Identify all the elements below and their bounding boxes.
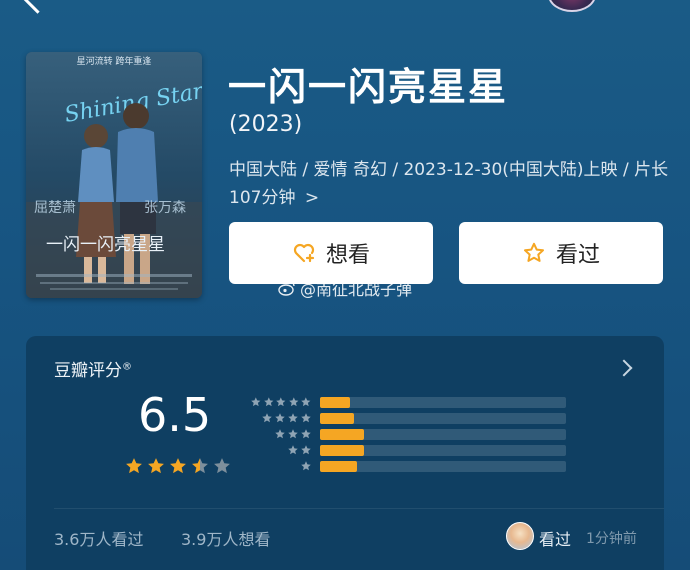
poster-actor-left: 屈楚萧 bbox=[34, 200, 76, 216]
poster-art: 星河流转 跨年重逢 Shining Star 屈楚萧 张万森 一闪一闪亮星星 bbox=[26, 52, 202, 298]
distribution-bar-fill bbox=[320, 396, 350, 408]
want-button-label: 想看 bbox=[325, 243, 370, 268]
score-star-icon bbox=[214, 458, 230, 474]
small-star-icon bbox=[262, 413, 272, 423]
distribution-row bbox=[250, 442, 566, 458]
friend-avatar[interactable] bbox=[506, 522, 534, 550]
small-star-icon bbox=[288, 413, 298, 423]
small-star-icon bbox=[251, 397, 261, 407]
small-star-icon bbox=[301, 461, 311, 471]
poster-title-text: 一闪一闪亮星星 bbox=[46, 235, 165, 255]
chevron-right-icon[interactable] bbox=[615, 359, 633, 377]
distribution-row bbox=[250, 458, 566, 474]
distribution-bar-fill bbox=[320, 460, 357, 472]
heart-plus-icon bbox=[293, 243, 315, 263]
poster-tagline: 星河流转 跨年重逢 bbox=[77, 55, 152, 67]
distribution-row bbox=[250, 426, 566, 442]
movie-title: 一闪一闪亮星星 bbox=[228, 65, 509, 109]
distribution-bar-track bbox=[320, 460, 566, 472]
small-star-icon bbox=[275, 429, 285, 439]
want-to-watch-button[interactable]: 想看 bbox=[229, 222, 433, 284]
seen-button-label: 看过 bbox=[555, 243, 600, 268]
small-star-icon bbox=[276, 397, 286, 407]
poster-actor-right: 张万森 bbox=[144, 200, 186, 216]
rating-title[interactable]: 豆瓣评分® bbox=[54, 356, 132, 381]
small-star-icon bbox=[301, 397, 311, 407]
small-star-icon bbox=[301, 429, 311, 439]
watermark-text: @南征北战子弹 bbox=[300, 280, 413, 299]
distribution-bar-fill bbox=[320, 412, 355, 424]
score-star-icon bbox=[126, 458, 142, 474]
score-stars bbox=[124, 456, 232, 476]
rating-score: 6.5 bbox=[138, 388, 212, 442]
movie-poster[interactable]: 星河流转 跨年重逢 Shining Star 屈楚萧 张万森 一闪一闪亮星星 bbox=[26, 52, 202, 298]
friend-action: 看过 bbox=[539, 530, 572, 549]
small-star-icon bbox=[288, 429, 298, 439]
movie-year: (2023) bbox=[229, 112, 303, 137]
distribution-stars bbox=[250, 412, 312, 424]
distribution-bar-track bbox=[320, 412, 566, 424]
card-divider bbox=[54, 508, 664, 509]
small-star-icon bbox=[301, 445, 311, 455]
rating-distribution bbox=[250, 394, 566, 474]
distribution-bar-fill bbox=[320, 444, 365, 456]
star-outline-icon bbox=[523, 242, 544, 262]
score-star-icon bbox=[148, 458, 164, 474]
score-star-icon bbox=[192, 458, 208, 474]
distribution-bar-track bbox=[320, 428, 566, 440]
distribution-row bbox=[250, 410, 566, 426]
meta-chevron-right-icon: > bbox=[304, 188, 320, 208]
distribution-bar-track bbox=[320, 444, 566, 456]
friend-time: 1分钟前 bbox=[586, 531, 637, 547]
small-star-icon bbox=[263, 397, 274, 407]
small-star-icon bbox=[301, 413, 311, 423]
distribution-stars bbox=[250, 396, 312, 408]
distribution-stars bbox=[250, 444, 312, 456]
distribution-bar-track bbox=[320, 396, 566, 408]
distribution-stars bbox=[250, 428, 312, 440]
rating-title-text: 豆瓣评分 bbox=[54, 361, 122, 381]
rating-card: 豆瓣评分® 6.5 3.6万人看过 3.9万人想看 看过 1分钟前 bbox=[26, 336, 664, 570]
movie-meta[interactable]: 中国大陆 / 爱情 奇幻 / 2023-12-30(中国大陆)上映 / 片长10… bbox=[229, 156, 669, 212]
movie-meta-text: 中国大陆 / 爱情 奇幻 / 2023-12-30(中国大陆)上映 / 片长10… bbox=[229, 160, 669, 208]
weibo-icon bbox=[278, 281, 295, 296]
distribution-bar-fill bbox=[320, 428, 365, 440]
distribution-stars bbox=[250, 460, 312, 472]
score-star-icon bbox=[170, 458, 186, 474]
rating-title-mark: ® bbox=[122, 361, 132, 373]
watermark: @南征北战子弹 bbox=[278, 276, 412, 300]
seen-button[interactable]: 看过 bbox=[459, 222, 663, 284]
distribution-row bbox=[250, 394, 566, 410]
small-star-icon bbox=[275, 413, 285, 423]
want-count[interactable]: 3.9万人想看 bbox=[181, 526, 270, 550]
small-star-icon bbox=[288, 445, 298, 455]
small-star-icon bbox=[289, 397, 299, 407]
seen-count[interactable]: 3.6万人看过 bbox=[54, 526, 143, 550]
